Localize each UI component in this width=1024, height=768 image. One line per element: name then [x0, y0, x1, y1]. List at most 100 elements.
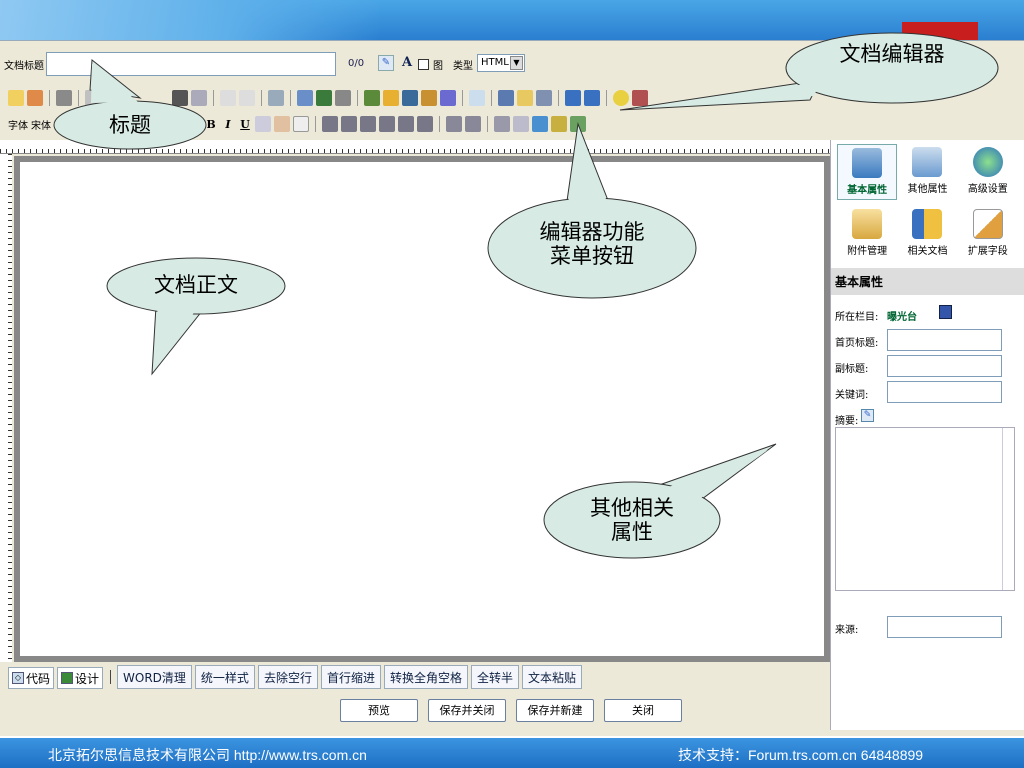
callout-menu-shape	[487, 122, 697, 299]
tab-attachments[interactable]: 附件管理	[837, 206, 897, 260]
edit-pencil-icon[interactable]: ✎	[378, 55, 394, 71]
callout-other-text: 其他相关属性	[590, 496, 674, 544]
eraser-icon[interactable]	[293, 116, 309, 132]
source-field: 来源:	[831, 614, 1024, 640]
tab-other-properties[interactable]: 其他属性	[897, 144, 957, 200]
properties-sidebar: 基本属性 其他属性 高级设置 附件管理 相关文档 扩展字段 基本属性 所在栏目:…	[830, 140, 1024, 730]
align-center-icon[interactable]	[341, 116, 357, 132]
subtitle-input[interactable]	[887, 355, 1002, 377]
footer-company: 北京拓尔思信息技术有限公司 http://www.trs.com.cn	[48, 747, 367, 763]
unify-style-button[interactable]: 统一样式	[194, 665, 255, 689]
full-to-half-button[interactable]: 全转半	[470, 665, 519, 689]
template-icon[interactable]	[27, 90, 43, 106]
italic-button[interactable]: I	[221, 118, 235, 131]
align-left-icon[interactable]	[322, 116, 338, 132]
undo-icon[interactable]	[220, 90, 236, 106]
highlight-icon[interactable]	[274, 116, 290, 132]
callout-title-shape	[53, 59, 207, 150]
extended-fields-icon	[972, 209, 1003, 239]
font-a-icon[interactable]: A	[402, 55, 412, 70]
tab-label: 其他属性	[907, 184, 948, 195]
link-icon[interactable]	[440, 90, 456, 106]
remove-blank-lines-button[interactable]: 去除空行	[257, 665, 318, 689]
tab-extended-fields[interactable]: 扩展字段	[958, 206, 1018, 260]
preview-button[interactable]: 预览	[340, 699, 418, 722]
text-direction-icon[interactable]	[565, 90, 581, 106]
media-icon[interactable]	[335, 90, 351, 106]
frame-icon[interactable]	[498, 90, 514, 106]
code-tab-label: 代码	[26, 671, 51, 686]
summary-textarea[interactable]	[835, 427, 1015, 591]
page-icon[interactable]	[469, 90, 485, 106]
close-button[interactable]: 关闭	[604, 699, 682, 722]
box-icon[interactable]	[517, 90, 533, 106]
convert-fullwidth-space-button[interactable]: 转换全角空格	[383, 665, 468, 689]
tab-label: 基本属性	[847, 185, 888, 196]
type-select[interactable]: HTML ▼	[477, 54, 525, 72]
indent-icon[interactable]	[465, 116, 481, 132]
action-bar: 预览 保存并关闭 保存并新建 关闭	[340, 699, 682, 722]
editor-canvas-frame	[14, 156, 830, 662]
vertical-ruler	[0, 154, 12, 662]
subtitle-field: 副标题:	[831, 353, 1024, 379]
type-select-value: HTML	[481, 57, 509, 68]
keywords-field: 关键词:	[831, 379, 1024, 405]
unordered-list-icon[interactable]	[417, 116, 433, 132]
source-label: 来源:	[835, 625, 859, 636]
keywords-label: 关键词:	[835, 390, 869, 401]
redo-icon[interactable]	[239, 90, 255, 106]
source-input[interactable]	[887, 616, 1002, 638]
align-justify-icon[interactable]	[379, 116, 395, 132]
image-checkbox[interactable]	[418, 59, 429, 70]
code-tab[interactable]: ◇ 代码	[8, 667, 55, 689]
scrollbar[interactable]	[1002, 428, 1014, 590]
title-label: 文档标题	[4, 61, 44, 72]
design-tab[interactable]: 设计	[57, 667, 104, 689]
image-icon[interactable]	[364, 90, 380, 106]
font-select[interactable]: 宋体	[31, 117, 51, 132]
callout-editor-text: 文档编辑器	[839, 42, 945, 66]
font-label: 字体	[8, 120, 28, 132]
text-color-icon[interactable]	[255, 116, 271, 132]
home-title-field: 首页标题:	[831, 327, 1024, 353]
tab-advanced-settings[interactable]: 高级设置	[958, 144, 1018, 200]
flash-icon[interactable]	[316, 90, 332, 106]
form-icon[interactable]	[297, 90, 313, 106]
paperclip-icon	[852, 209, 883, 239]
align-right-icon[interactable]	[360, 116, 376, 132]
home-title-input[interactable]	[887, 329, 1002, 351]
edit-pencil-icon[interactable]: ✎	[861, 409, 874, 422]
column-value[interactable]: 曝光台	[887, 308, 917, 323]
folder-icon[interactable]	[383, 90, 399, 106]
save-new-button[interactable]: 保存并新建	[516, 699, 594, 722]
footer-support: 技术支持：Forum.trs.com.cn 64848899	[678, 747, 924, 763]
column-field: 所在栏目: 曝光台	[831, 301, 1024, 327]
home-title-label: 首页标题:	[835, 338, 879, 349]
code-icon: ◇	[12, 672, 24, 684]
table-icon[interactable]	[268, 90, 284, 106]
save-disk-icon[interactable]	[939, 305, 952, 319]
outdent-icon[interactable]	[446, 116, 462, 132]
tab-related-docs[interactable]: 相关文档	[897, 206, 957, 260]
type-label: 类型	[453, 61, 473, 72]
attachment-icon[interactable]	[421, 90, 437, 106]
keywords-input[interactable]	[887, 381, 1002, 403]
tab-label: 高级设置	[967, 184, 1008, 195]
chevron-down-icon[interactable]: ▼	[510, 56, 523, 70]
tab-basic-properties[interactable]: 基本属性	[837, 144, 898, 200]
underline-button[interactable]: U	[238, 118, 252, 131]
text-direction-rtl-icon[interactable]	[584, 90, 600, 106]
footer-bar: 北京拓尔思信息技术有限公司 http://www.trs.com.cn 技术支持…	[0, 738, 1024, 768]
text-paste-button[interactable]: 文本粘贴	[522, 665, 583, 689]
callout-menu-text: 编辑器功能菜单按钮	[539, 220, 645, 268]
block-icon[interactable]	[536, 90, 552, 106]
first-line-indent-button[interactable]: 首行缩进	[320, 665, 381, 689]
word-clean-button[interactable]: WORD清理	[117, 665, 192, 689]
design-tab-label: 设计	[75, 671, 100, 686]
new-doc-icon[interactable]	[8, 90, 24, 106]
sidebar-tabs: 基本属性 其他属性 高级设置 附件管理 相关文档 扩展字段	[831, 140, 1024, 264]
basic-properties-icon	[852, 148, 883, 178]
save-close-button[interactable]: 保存并关闭	[428, 699, 506, 722]
file-icon[interactable]	[402, 90, 418, 106]
ordered-list-icon[interactable]	[398, 116, 414, 132]
